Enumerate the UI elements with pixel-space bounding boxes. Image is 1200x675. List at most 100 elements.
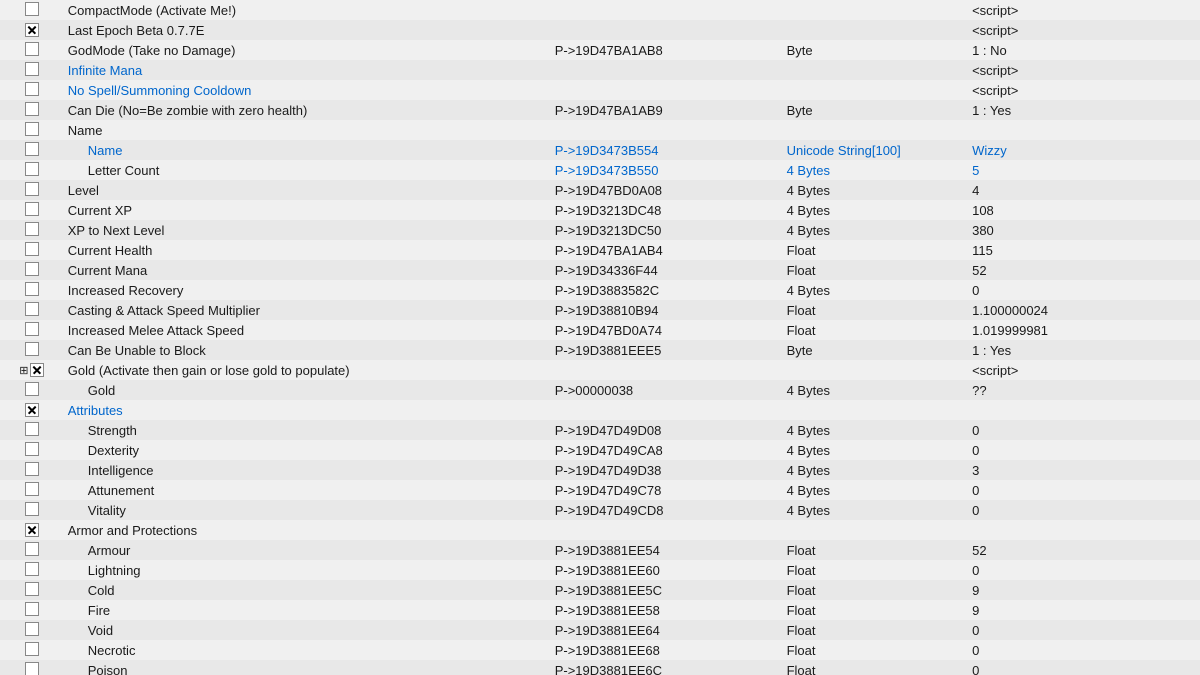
checkbox-cell[interactable] xyxy=(0,40,64,60)
row-type: Unicode String[100] xyxy=(783,140,969,160)
checkbox-cell[interactable] xyxy=(0,280,64,300)
checkbox-cell[interactable] xyxy=(0,540,64,560)
checkbox-cell[interactable] xyxy=(0,180,64,200)
checkbox-cell[interactable] xyxy=(0,640,64,660)
checkbox-unchecked[interactable] xyxy=(25,262,39,276)
checkbox-cell[interactable] xyxy=(0,240,64,260)
row-name: Strength xyxy=(64,420,551,440)
row-type xyxy=(783,120,969,140)
checkbox-unchecked[interactable] xyxy=(25,562,39,576)
checkbox-unchecked[interactable] xyxy=(25,382,39,396)
table-row: Can Die (No=Be zombie with zero health)P… xyxy=(0,100,1200,120)
row-name: Current Health xyxy=(64,240,551,260)
checkbox-unchecked[interactable] xyxy=(25,302,39,316)
checkbox-cell[interactable] xyxy=(0,0,64,20)
row-name: Poison xyxy=(64,660,551,675)
table-row: XP to Next LevelP->19D3213DC504 Bytes380 xyxy=(0,220,1200,240)
row-value: 1 : Yes xyxy=(968,340,1200,360)
row-address xyxy=(551,80,783,100)
checkbox-cell[interactable] xyxy=(0,420,64,440)
checkbox-unchecked[interactable] xyxy=(25,462,39,476)
checkbox-unchecked[interactable] xyxy=(25,502,39,516)
table-row: GoldP->000000384 Bytes?? xyxy=(0,380,1200,400)
checkbox-cell[interactable] xyxy=(0,500,64,520)
row-name: Necrotic xyxy=(64,640,551,660)
checkbox-cell[interactable] xyxy=(0,460,64,480)
checkbox-cell[interactable] xyxy=(0,260,64,280)
checkbox-unchecked[interactable] xyxy=(25,42,39,56)
checkbox-cell[interactable] xyxy=(0,560,64,580)
row-value: 0 xyxy=(968,420,1200,440)
table-row: No Spell/Summoning Cooldown<script> xyxy=(0,80,1200,100)
checkbox-cell[interactable]: ⊞ xyxy=(0,360,64,380)
checkbox-unchecked[interactable] xyxy=(25,122,39,136)
checkbox-unchecked[interactable] xyxy=(25,242,39,256)
row-type: 4 Bytes xyxy=(783,460,969,480)
checkbox-cell[interactable] xyxy=(0,140,64,160)
checkbox-unchecked[interactable] xyxy=(25,182,39,196)
checkbox-unchecked[interactable] xyxy=(25,162,39,176)
checkbox-checked[interactable] xyxy=(25,23,39,37)
checkbox-cell[interactable] xyxy=(0,600,64,620)
checkbox-unchecked[interactable] xyxy=(25,282,39,296)
main-table-container: CompactMode (Activate Me!)<script>Last E… xyxy=(0,0,1200,675)
checkbox-unchecked[interactable] xyxy=(25,2,39,16)
checkbox-unchecked[interactable] xyxy=(25,322,39,336)
checkbox-unchecked[interactable] xyxy=(25,82,39,96)
row-address: P->19D3473B550 xyxy=(551,160,783,180)
checkbox-unchecked[interactable] xyxy=(25,442,39,456)
row-value: 0 xyxy=(968,640,1200,660)
checkbox-unchecked[interactable] xyxy=(25,202,39,216)
checkbox-checked[interactable] xyxy=(30,363,44,377)
checkbox-checked[interactable] xyxy=(25,523,39,537)
row-name: Attributes xyxy=(64,400,551,420)
checkbox-unchecked[interactable] xyxy=(25,422,39,436)
checkbox-unchecked[interactable] xyxy=(25,542,39,556)
checkbox-cell[interactable] xyxy=(0,400,64,420)
checkbox-unchecked[interactable] xyxy=(25,342,39,356)
checkbox-unchecked[interactable] xyxy=(25,102,39,116)
checkbox-cell[interactable] xyxy=(0,380,64,400)
checkbox-unchecked[interactable] xyxy=(25,662,39,675)
checkbox-unchecked[interactable] xyxy=(25,602,39,616)
checkbox-unchecked[interactable] xyxy=(25,582,39,596)
checkbox-cell[interactable] xyxy=(0,660,64,675)
checkbox-cell[interactable] xyxy=(0,60,64,80)
checkbox-cell[interactable] xyxy=(0,160,64,180)
row-name: Intelligence xyxy=(64,460,551,480)
checkbox-cell[interactable] xyxy=(0,80,64,100)
row-address: P->19D3213DC50 xyxy=(551,220,783,240)
checkbox-cell[interactable] xyxy=(0,340,64,360)
checkbox-cell[interactable] xyxy=(0,580,64,600)
row-address xyxy=(551,120,783,140)
row-name: Vitality xyxy=(64,500,551,520)
checkbox-cell[interactable] xyxy=(0,200,64,220)
expand-icon[interactable]: ⊞ xyxy=(19,364,28,377)
checkbox-unchecked[interactable] xyxy=(25,142,39,156)
row-value: 0 xyxy=(968,440,1200,460)
row-address: P->19D3883582C xyxy=(551,280,783,300)
checkbox-unchecked[interactable] xyxy=(25,62,39,76)
checkbox-cell[interactable] xyxy=(0,300,64,320)
checkbox-unchecked[interactable] xyxy=(25,642,39,656)
checkbox-unchecked[interactable] xyxy=(25,622,39,636)
row-value: 0 xyxy=(968,500,1200,520)
row-address: P->19D3881EE58 xyxy=(551,600,783,620)
checkbox-unchecked[interactable] xyxy=(25,222,39,236)
checkbox-checked[interactable] xyxy=(25,403,39,417)
checkbox-cell[interactable] xyxy=(0,480,64,500)
checkbox-cell[interactable] xyxy=(0,20,64,40)
checkbox-cell[interactable] xyxy=(0,320,64,340)
checkbox-cell[interactable] xyxy=(0,100,64,120)
checkbox-cell[interactable] xyxy=(0,220,64,240)
row-name: Infinite Mana xyxy=(64,60,551,80)
checkbox-unchecked[interactable] xyxy=(25,482,39,496)
checkbox-cell[interactable] xyxy=(0,620,64,640)
checkbox-cell[interactable] xyxy=(0,520,64,540)
checkbox-cell[interactable] xyxy=(0,120,64,140)
row-address: P->19D47D49D08 xyxy=(551,420,783,440)
checkbox-cell[interactable] xyxy=(0,440,64,460)
row-type: Float xyxy=(783,560,969,580)
row-name: Can Be Unable to Block xyxy=(64,340,551,360)
row-type: Byte xyxy=(783,40,969,60)
